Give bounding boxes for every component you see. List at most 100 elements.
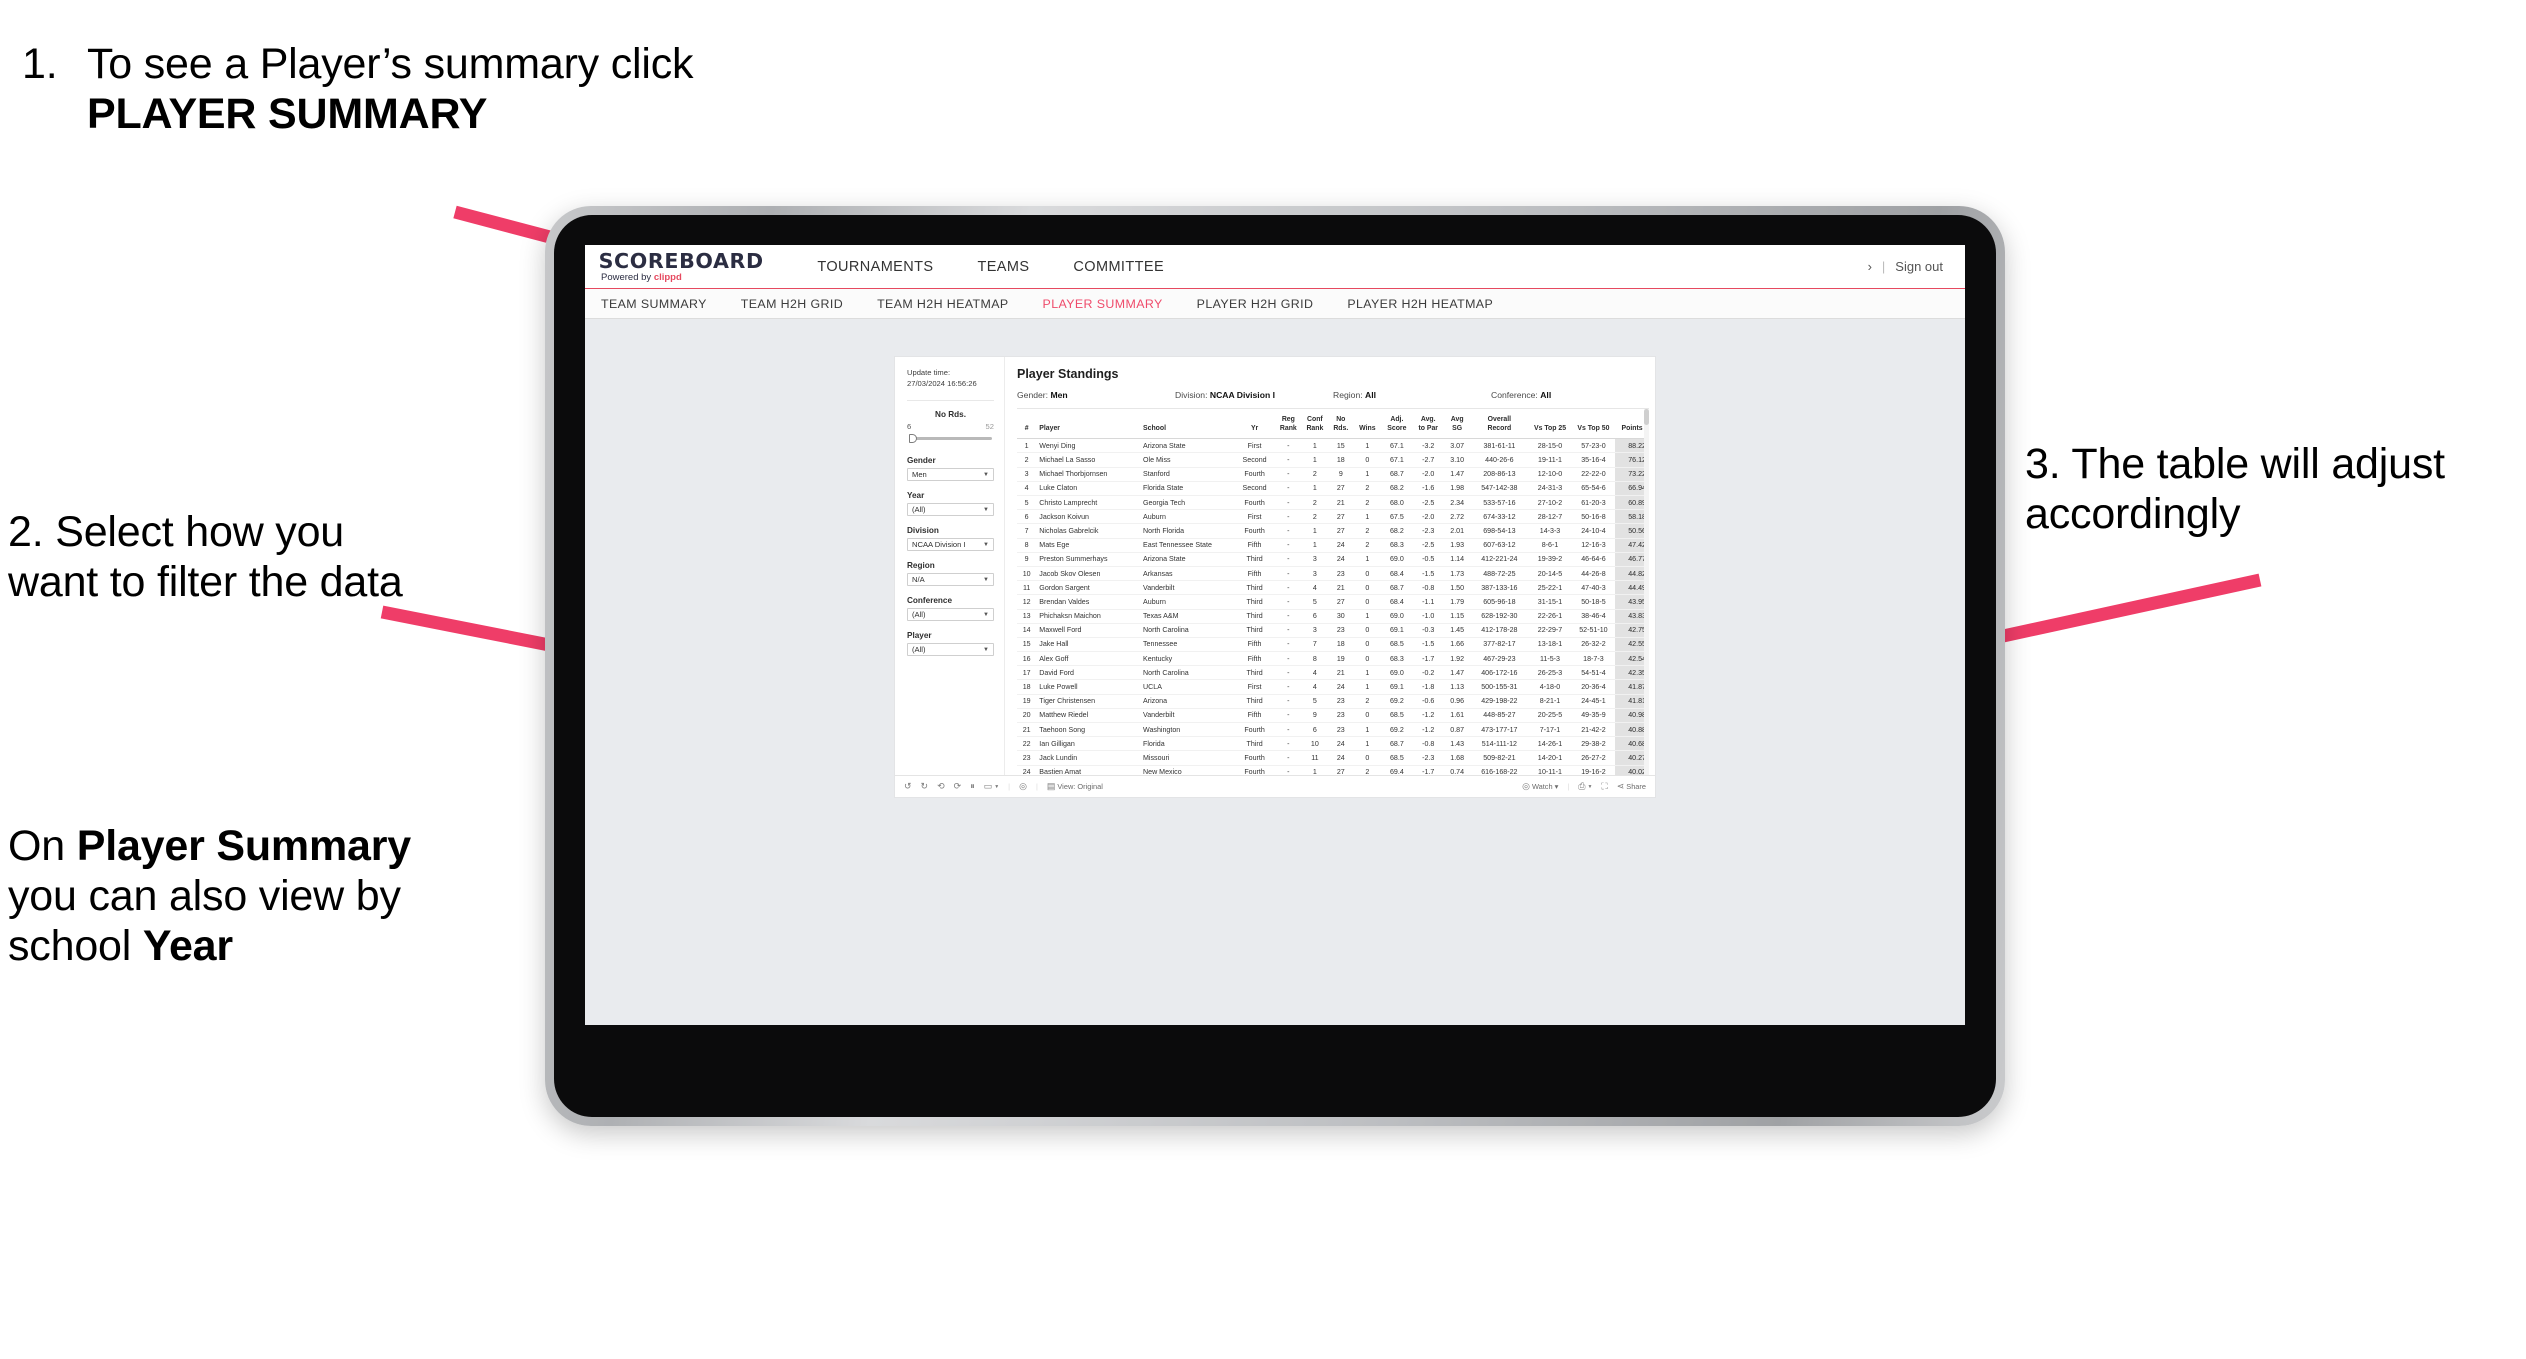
table-row[interactable]: 10 Jacob Skov Olesen Arkansas Fifth -3 23 0 68.… [1017, 566, 1649, 582]
table-row[interactable]: 23 Jack Lundin Missouri Fourth -11 24 0 68.5 -2.… [1017, 750, 1649, 766]
table-row[interactable]: 3 Michael Thorbjornsen Stanford Fourth -2 9 1 6… [1017, 467, 1649, 482]
tab-team-summary[interactable]: TEAM SUMMARY [601, 297, 707, 311]
table-cell: 1.98 [1443, 481, 1471, 497]
table-cell: Fifth [1234, 538, 1276, 553]
redo-icon[interactable]: ↻ [921, 781, 929, 792]
table-cell: 1.93 [1443, 538, 1471, 553]
filter-gender-select[interactable]: Men ▼ [907, 468, 994, 481]
table-cell: 4-18-0 [1528, 679, 1572, 695]
topnav-tournaments[interactable]: TOURNAMENTS [795, 259, 955, 275]
column-header[interactable]: Yr [1234, 409, 1276, 440]
filter-gender[interactable]: Gender Men ▼ [907, 456, 994, 481]
tab-team-h2h-heatmap[interactable]: TEAM H2H HEATMAP [877, 297, 1008, 311]
filter-division[interactable]: Division NCAA Division I ▼ [907, 526, 994, 551]
table-row[interactable]: 5 Christo Lamprecht Georgia Tech Fourth -2 21… [1017, 495, 1649, 511]
revert-icon[interactable]: ⟲ [937, 781, 945, 792]
table-row[interactable]: 12 Brendan Valdes Auburn Third -5 27 0 68.4 -1.1… [1017, 594, 1649, 610]
table-row[interactable]: 20 Matthew Riedel Vanderbilt Fifth -9 23 0 68.5… [1017, 708, 1649, 724]
filter-year-select[interactable]: (All) ▼ [907, 503, 994, 516]
table-row[interactable]: 2 Michael La Sasso Ole Miss Second -1 18 0 67.1… [1017, 452, 1649, 468]
table-cell: 1.79 [1443, 594, 1471, 610]
filter-conference-select[interactable]: (All) ▼ [907, 608, 994, 621]
filter-player[interactable]: Player (All) ▼ [907, 631, 994, 656]
table-cell: 2 [1353, 523, 1382, 539]
column-header[interactable]: Adj. Score [1381, 409, 1413, 440]
filter-division-value: NCAA Division I [912, 540, 966, 549]
column-header[interactable]: Avg SG [1443, 409, 1471, 440]
column-header[interactable]: Reg Rank [1275, 409, 1302, 440]
sign-out-link[interactable]: Sign out [1895, 259, 1943, 274]
table-row[interactable]: 13 Phichaksn Maichon Texas A&M Third -6 30 1 69… [1017, 609, 1649, 624]
table-row[interactable]: 24 Bastien Amat New Mexico Fourth -1 27 2 69.4-… [1017, 765, 1649, 775]
fullscreen-icon[interactable]: ⛶ [1601, 781, 1607, 792]
tab-team-h2h-grid[interactable]: TEAM H2H GRID [741, 297, 843, 311]
tab-player-summary[interactable]: PLAYER SUMMARY [1043, 297, 1163, 311]
pause-icon[interactable]: ⏸ [970, 781, 975, 792]
table-row[interactable]: 7 Nicholas Gabrelcik North Florida Fourth -1… [1017, 523, 1649, 539]
table-row[interactable]: 17 David Ford North Carolina Third -4 21 1 69.0… [1017, 665, 1649, 681]
device-layout-icon[interactable]: ⎙ ▼ [1578, 781, 1592, 792]
filter-region[interactable]: Region N/A ▼ [907, 561, 994, 586]
table-cell: 3 [1017, 467, 1037, 482]
no-rounds-slider[interactable]: No Rds. 6 52 [907, 410, 994, 443]
table-row[interactable]: 11 Gordon Sargent Vanderbilt Third -4 21 0 68.7… [1017, 580, 1649, 596]
watch-button[interactable]: ◎ Watch ▾ [1522, 781, 1558, 792]
no-rounds-slider-track[interactable] [907, 434, 994, 443]
table-row[interactable]: 15 Jake Hall Tennessee Fifth -7 18 0 68.5 -1.5 1.… [1017, 637, 1649, 653]
column-header[interactable]: No Rds. [1328, 409, 1354, 440]
table-cell: -2.3 [1412, 523, 1444, 539]
table-cell: 1.14 [1443, 552, 1471, 567]
standings-table-scroll[interactable]: # Player School Yr Reg Rank Conf Rank No Rds. Wins… [1017, 409, 1649, 775]
undo-icon[interactable]: ↺ [904, 781, 912, 792]
table-cell: 605-96-18 [1470, 594, 1529, 610]
filter-player-select[interactable]: (All) ▼ [907, 643, 994, 656]
table-scrollbar[interactable] [1644, 409, 1649, 775]
alerts-icon[interactable]: ◎ [1019, 781, 1027, 792]
table-row[interactable]: 8 Mats Ege East Tennessee State Fifth -1 24 2 6… [1017, 538, 1649, 553]
tab-player-h2h-grid[interactable]: PLAYER H2H GRID [1197, 297, 1314, 311]
table-row[interactable]: 22 Ian Gilligan Florida Third -10 24 1 68.7 -0.8… [1017, 736, 1649, 752]
share-button[interactable]: ⋖ Share [1617, 781, 1646, 792]
table-row[interactable]: 18 Luke Powell UCLA First -4 24 1 69.1 -1.8 1.13 5… [1017, 679, 1649, 695]
table-cell: Third [1234, 609, 1276, 624]
view-original-button[interactable]: ▤ View: Original [1047, 781, 1103, 792]
filter-region-select[interactable]: N/A ▼ [907, 573, 994, 586]
table-row[interactable]: 9 Preston Summerhays Arizona State Third -3 2… [1017, 552, 1649, 567]
table-row[interactable]: 14 Maxwell Ford North Carolina Third -3 23 0 69… [1017, 623, 1649, 638]
column-header[interactable]: Avg. to Par [1412, 409, 1444, 440]
refresh-icon[interactable]: ⟳ [954, 781, 962, 792]
column-header[interactable]: Vs Top 50 [1571, 409, 1616, 440]
table-row[interactable]: 4 Luke Claton Florida State Second -1 27 2 68.2… [1017, 481, 1649, 497]
filter-division-select[interactable]: NCAA Division I ▼ [907, 538, 994, 551]
scrollbar-thumb[interactable] [1644, 409, 1649, 425]
table-cell: 1 [1301, 538, 1329, 553]
column-header[interactable]: Vs Top 25 [1528, 409, 1572, 440]
table-row[interactable]: 6 Jackson Koivun Auburn First -2 27 1 67.5 -2.0 2… [1017, 509, 1649, 525]
table-cell: Gordon Sargent [1036, 580, 1141, 596]
filter-year[interactable]: Year (All) ▼ [907, 491, 994, 516]
table-cell: 607-63-12 [1470, 538, 1529, 553]
table-cell: 20-25-5 [1528, 708, 1572, 724]
filter-player-value: (All) [912, 645, 926, 654]
filter-conference[interactable]: Conference (All) ▼ [907, 596, 994, 621]
slider-handle[interactable] [909, 434, 917, 443]
table-row[interactable]: 19 Tiger Christensen Arizona Third -5 23 2 69.2… [1017, 694, 1649, 709]
rectangle-select-icon[interactable]: ▭ ▼ [984, 781, 999, 792]
tab-player-h2h-heatmap[interactable]: PLAYER H2H HEATMAP [1347, 297, 1493, 311]
scoreboard-logo[interactable]: SCOREBOARD Powered by clippd [599, 251, 764, 283]
column-header[interactable]: Overall Record [1470, 409, 1529, 440]
table-row[interactable]: 16 Alex Goff Kentucky Fifth -8 19 0 68.3 -1.7 1.9… [1017, 651, 1649, 667]
account-chevron-icon[interactable]: › [1868, 259, 1872, 274]
table-row[interactable]: 21 Taehoon Song Washington Fourth -6 23 1 69.2-… [1017, 722, 1649, 738]
table-cell: 68.3 [1381, 538, 1413, 553]
topnav-teams[interactable]: TEAMS [955, 259, 1051, 275]
column-header[interactable]: Conf Rank [1301, 409, 1329, 440]
column-header[interactable]: Wins [1353, 409, 1382, 440]
table-row[interactable]: 1 Wenyi Ding Arizona State First -1 15 1 67.1 -3… [1017, 438, 1649, 454]
table-cell: 24 [1328, 538, 1354, 553]
column-header[interactable]: # [1017, 409, 1037, 440]
topnav-committee[interactable]: COMMITTEE [1051, 259, 1186, 275]
column-header[interactable]: Player [1036, 409, 1141, 440]
chevron-down-icon: ▼ [983, 506, 989, 513]
column-header[interactable]: School [1140, 409, 1235, 440]
